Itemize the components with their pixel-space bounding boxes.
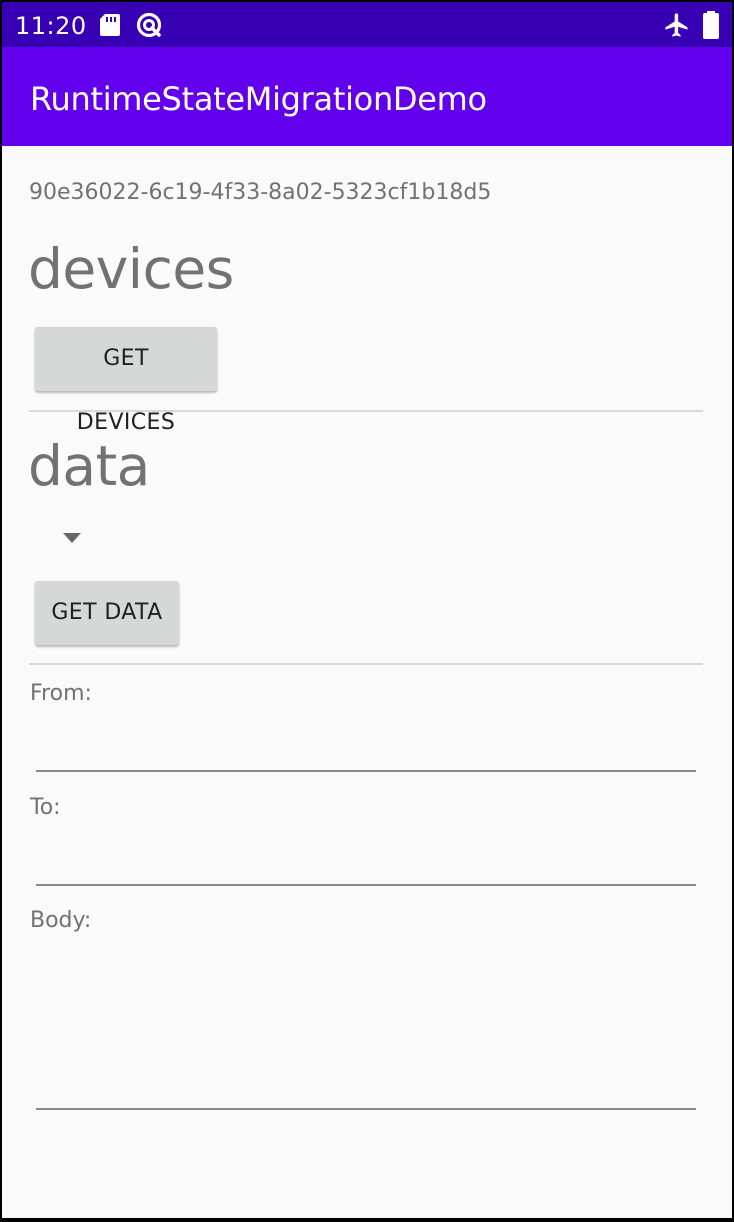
battery-icon xyxy=(703,11,719,39)
get-data-button[interactable]: GET DATA xyxy=(35,581,179,645)
status-time: 11:20 xyxy=(15,12,87,40)
device-uuid-text: 90e36022-6c19-4f33-8a02-5323cf1b18d5 xyxy=(29,180,492,205)
body-label: Body: xyxy=(30,908,92,933)
dropdown-arrow-icon xyxy=(63,533,81,543)
app-screen: 11:20 RuntimeStateMigrationDemo 90e36022… xyxy=(2,2,732,1218)
from-label: From: xyxy=(30,681,92,706)
section-divider xyxy=(29,663,703,665)
to-field[interactable] xyxy=(36,830,696,886)
app-title: RuntimeStateMigrationDemo xyxy=(30,80,487,118)
get-devices-button[interactable]: GET DEVICES xyxy=(35,327,217,435)
section-divider xyxy=(29,410,703,412)
app-bar: RuntimeStateMigrationDemo xyxy=(2,47,732,146)
sync-icon xyxy=(136,12,162,38)
to-label: To: xyxy=(30,795,61,820)
body-field[interactable] xyxy=(36,944,696,1110)
airplane-mode-icon xyxy=(665,13,688,37)
status-bar: 11:20 xyxy=(2,2,732,47)
from-field[interactable] xyxy=(36,716,696,772)
data-spinner[interactable] xyxy=(32,512,332,564)
data-heading: data xyxy=(28,434,150,498)
devices-heading: devices xyxy=(28,237,234,301)
sd-card-icon xyxy=(100,14,120,36)
